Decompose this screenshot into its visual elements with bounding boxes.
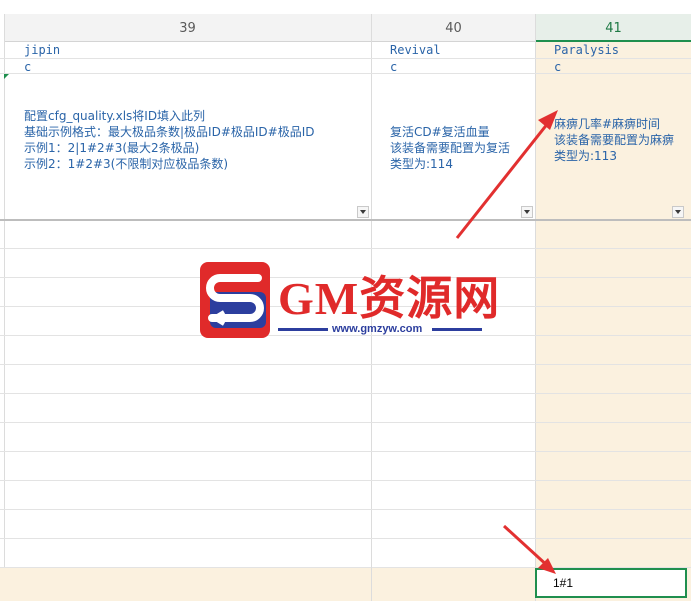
grid-line (0, 538, 691, 539)
grid-line (0, 393, 691, 394)
dropdown-arrow-icon[interactable] (357, 206, 369, 218)
grid-line (535, 14, 536, 601)
dropdown-arrow-icon[interactable] (521, 206, 533, 218)
cell-type-39[interactable]: c (24, 60, 31, 74)
grid-line (0, 335, 691, 336)
watermark-bar-left (278, 328, 328, 331)
grid-line (371, 567, 372, 601)
comment-indicator-icon (4, 74, 9, 79)
column-header-41[interactable]: 41 (536, 14, 691, 42)
cell-description-40[interactable]: 复活CD#复活血量 该装备需要配置为复活 类型为:114 (390, 124, 532, 172)
grid-line (0, 422, 691, 423)
grid-line (0, 509, 691, 510)
toolbar-strip (0, 0, 691, 14)
grid-line (0, 248, 691, 249)
column-header-39[interactable]: 39 (4, 14, 371, 42)
grid-line (0, 73, 691, 74)
cell-name-39[interactable]: jipin (24, 43, 60, 57)
cell-type-41[interactable]: c (554, 60, 561, 74)
gm-logo-icon (200, 262, 270, 338)
watermark-brand: GM资源网 (278, 273, 501, 324)
dropdown-arrow-icon[interactable] (672, 206, 684, 218)
grid-line (0, 451, 691, 452)
grid-line (0, 58, 691, 59)
watermark-url: www.gmzyw.com (332, 323, 423, 335)
cell-description-39[interactable]: 配置cfg_quality.xls将ID填入此列 基础示例格式：最大极品条数|极… (24, 108, 369, 172)
row-divider-frozen (0, 219, 691, 221)
active-cell[interactable]: 1#1 (535, 568, 687, 598)
cell-type-40[interactable]: c (390, 60, 397, 74)
column-header-40[interactable]: 40 (372, 14, 535, 42)
grid-line (0, 364, 691, 365)
cell-name-40[interactable]: Revival (390, 43, 441, 57)
grid-line (0, 480, 691, 481)
cell-name-41[interactable]: Paralysis (554, 43, 619, 57)
cell-description-41[interactable]: 麻痹几率#麻痹时间 该装备需要配置为麻痹 类型为:113 (554, 116, 688, 164)
grid-line (4, 14, 5, 601)
watermark-bar-right (432, 328, 482, 331)
